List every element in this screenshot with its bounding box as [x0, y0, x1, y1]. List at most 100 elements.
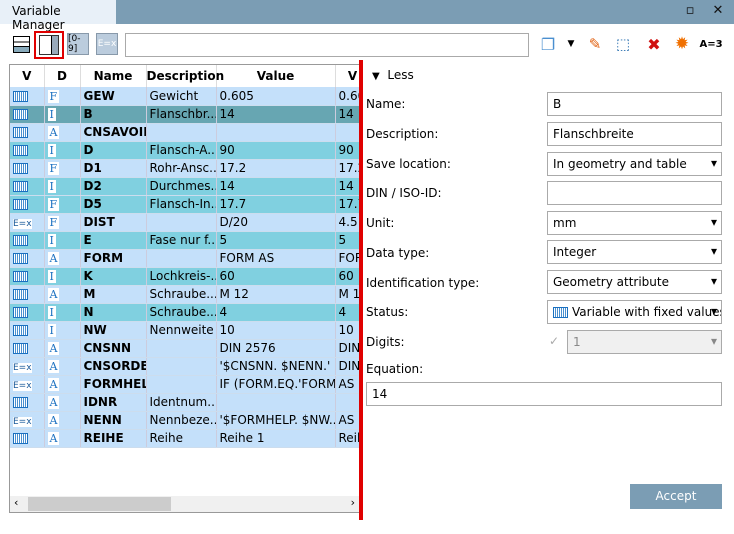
auto-assign-icon[interactable]: A=3	[698, 33, 724, 55]
split-view-icon[interactable]	[34, 31, 64, 59]
table-row[interactable]: E=x F DIST D/20 4.5	[10, 213, 359, 232]
data-type-icon: A	[47, 126, 60, 139]
scroll-right-icon[interactable]: ›	[351, 496, 355, 509]
delete-icon[interactable]: ✖	[643, 33, 665, 55]
v-cell	[10, 285, 45, 304]
data-type-icon: A	[47, 432, 60, 445]
value-cell: M 12	[216, 285, 336, 304]
d-cell: A	[44, 285, 81, 304]
column-name[interactable]: Name	[80, 65, 147, 87]
description-field[interactable]: Flanschbreite	[547, 122, 722, 146]
table-row[interactable]: A REIHE Reihe Reihe 1 Reihe	[10, 429, 359, 448]
v-cell: E=x	[10, 357, 45, 376]
v-cell	[10, 393, 45, 412]
table-row[interactable]: I E Fase nur f... 5 5	[10, 231, 359, 250]
d-cell: A	[44, 339, 81, 358]
name-cell: M	[80, 285, 147, 304]
d-cell: I	[44, 177, 81, 196]
digits-select[interactable]: 1	[567, 330, 722, 354]
v-cell	[10, 177, 45, 196]
splitter[interactable]	[359, 60, 363, 520]
table-icon	[13, 433, 28, 444]
column-v[interactable]: V	[10, 65, 45, 87]
table-row[interactable]: E=x A NENN Nennbeze... '$FORMHELP. $NW..…	[10, 411, 359, 430]
d-cell: A	[44, 429, 81, 448]
description-cell: Reihe	[146, 429, 217, 448]
status-select[interactable]: Variable with fixed values	[547, 300, 722, 324]
value-cell: 60	[216, 267, 336, 286]
din-field[interactable]	[547, 181, 722, 205]
data-type-icon: F	[47, 162, 60, 175]
table-icon	[13, 343, 28, 354]
table-row[interactable]: A FORM FORM AS FORM AS	[10, 249, 359, 268]
less-toggle[interactable]: ▼ Less	[372, 68, 414, 82]
equation-icon: E=x	[13, 363, 32, 373]
name-cell: NENN	[80, 411, 147, 430]
equation-field[interactable]: 14	[366, 382, 722, 406]
data-type-icon: F	[47, 198, 60, 211]
value-range-icon[interactable]: [0-9]	[67, 33, 89, 55]
table-row[interactable]: E=x A FORMHELP IF (FORM.EQ.'FORM... AS	[10, 375, 359, 394]
table-row[interactable]: A IDNR Identnum...	[10, 393, 359, 412]
v-cell	[10, 303, 45, 322]
table-row[interactable]: I N Schraube... 4 4	[10, 303, 359, 322]
table-row[interactable]: I D2 Durchmes... 14 14	[10, 177, 359, 196]
resize-icon[interactable]: ⬚	[612, 33, 634, 55]
table-row[interactable]: F D5 Flansch-In... 17.7 17.7	[10, 195, 359, 214]
unit-select[interactable]: mm	[547, 211, 722, 235]
v-cell	[10, 429, 45, 448]
scroll-left-icon[interactable]: ‹	[14, 496, 18, 509]
table-row[interactable]: I B Flanschbr... 14 14	[10, 105, 359, 124]
v-cell	[10, 339, 45, 358]
table-row[interactable]: I K Lochkreis-... 60 60	[10, 267, 359, 286]
save-location-label: Save location:	[366, 157, 451, 171]
d-cell: A	[44, 249, 81, 268]
edit-icon[interactable]: ✎	[584, 33, 606, 55]
accept-changes-button[interactable]: Accept changes	[630, 484, 722, 528]
table-row[interactable]: F GEW Gewicht 0.605 0.605	[10, 87, 359, 106]
copy-dropdown-icon[interactable]: ▼	[560, 33, 582, 55]
column-d[interactable]: D	[44, 65, 81, 87]
data-type-select[interactable]: Integer	[547, 240, 722, 264]
name-field[interactable]: B	[547, 92, 722, 116]
search-input[interactable]	[125, 33, 529, 57]
close-icon[interactable]: ✕	[710, 3, 726, 19]
maximize-icon[interactable]: ▫	[682, 3, 698, 19]
column-v2[interactable]: V	[335, 65, 359, 87]
less-label: Less	[387, 68, 414, 82]
value-cell: 10	[216, 321, 336, 340]
table-icon	[13, 235, 28, 246]
scroll-thumb[interactable]	[28, 497, 171, 511]
save-location-select[interactable]: In geometry and table	[547, 152, 722, 176]
name-label: Name:	[366, 97, 406, 111]
d-cell: F	[44, 213, 81, 232]
list-view-icon[interactable]	[10, 33, 32, 55]
table-row[interactable]: A CNSAVOID	[10, 123, 359, 142]
horizontal-scrollbar[interactable]: ‹ ›	[10, 496, 359, 512]
table-row[interactable]: F D1 Rohr-Ansc... 17.2 17.2	[10, 159, 359, 178]
d-cell: F	[44, 159, 81, 178]
value-cell: 4	[216, 303, 336, 322]
table-row[interactable]: E=x A CNSORDER '$CNSNN. $NENN.' DIN	[10, 357, 359, 376]
column-description[interactable]: Description	[146, 65, 224, 87]
unit-label: Unit:	[366, 216, 395, 230]
column-value[interactable]: Value	[216, 65, 336, 87]
copy-icon[interactable]: ❐	[537, 33, 559, 55]
data-type-icon: A	[47, 252, 60, 265]
table-row[interactable]: A CNSNN DIN 2576 DIN	[10, 339, 359, 358]
v-cell: E=x	[10, 375, 45, 394]
v2-cell: 4.5	[335, 213, 359, 232]
warning-icon[interactable]: ✹	[671, 33, 693, 55]
table-row[interactable]: I D Flansch-A... 90 90	[10, 141, 359, 160]
digits-checkbox[interactable]: ✓	[549, 334, 559, 348]
equation-icon[interactable]: E=x	[96, 33, 118, 55]
d-cell: I	[44, 321, 81, 340]
table-row[interactable]: A M Schraube... M 12 M 12	[10, 285, 359, 304]
table-icon	[13, 271, 28, 282]
identification-select[interactable]: Geometry attribute	[547, 270, 722, 294]
table-row[interactable]: I NW Nennweite 10 10	[10, 321, 359, 340]
description-cell: Durchmes...	[146, 177, 217, 196]
window-tab[interactable]: Variable Manager	[0, 0, 116, 32]
value-cell: 90	[216, 141, 336, 160]
description-cell: Gewicht	[146, 87, 217, 106]
